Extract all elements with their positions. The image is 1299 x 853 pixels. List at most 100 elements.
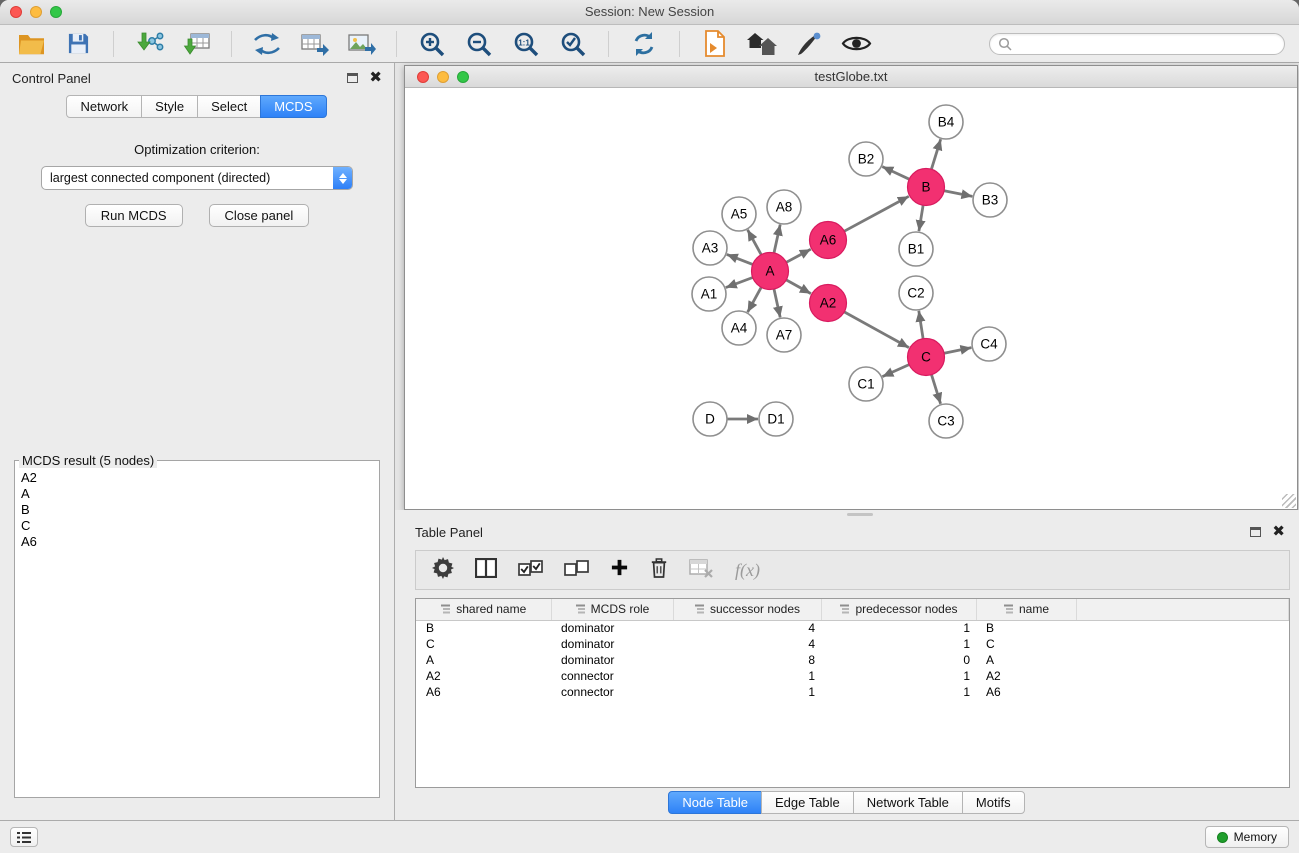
graph-node-B4[interactable]: B4 — [929, 105, 963, 139]
cell-name[interactable]: B — [976, 620, 1076, 636]
tab-motifs[interactable]: Motifs — [962, 791, 1025, 814]
run-mcds-button[interactable]: Run MCDS — [85, 204, 183, 227]
delete-table-icon[interactable] — [689, 558, 714, 583]
graph-node-A1[interactable]: A1 — [692, 277, 726, 311]
column-header-MCDS-role[interactable]: MCDS role — [551, 599, 673, 620]
float-panel-icon[interactable] — [347, 73, 358, 83]
graph-edge-B-B3[interactable] — [944, 191, 972, 197]
save-session-icon[interactable] — [61, 29, 95, 59]
graph-edge-B-B4[interactable] — [931, 139, 940, 169]
cell-name[interactable]: C — [976, 636, 1076, 652]
graph-node-A6[interactable]: A6 — [810, 222, 847, 259]
add-column-icon[interactable] — [610, 558, 629, 582]
import-network-from-file-icon[interactable] — [132, 29, 166, 59]
tab-network[interactable]: Network — [66, 95, 142, 118]
graph-edge-A-A6[interactable] — [786, 249, 811, 262]
zoom-out-icon[interactable] — [462, 29, 496, 59]
graph-node-A[interactable]: A — [752, 253, 789, 290]
graph-node-C4[interactable]: C4 — [972, 327, 1006, 361]
cell-name[interactable]: A6 — [976, 684, 1076, 700]
export-network-icon[interactable] — [250, 29, 284, 59]
apply-style-icon[interactable] — [792, 29, 826, 59]
cell-shared-name[interactable]: A2 — [416, 668, 551, 684]
cell-predecessor-nodes[interactable]: 1 — [821, 668, 976, 684]
graph-edge-A-A1[interactable] — [726, 278, 753, 288]
cell-shared-name[interactable]: A6 — [416, 684, 551, 700]
show-graphics-details-icon[interactable] — [839, 29, 873, 59]
table-row[interactable]: Cdominator41C — [416, 636, 1289, 652]
close-panel-icon[interactable]: ✖ — [369, 73, 382, 83]
close-table-panel-icon[interactable]: ✖ — [1272, 527, 1285, 537]
table-row[interactable]: Bdominator41B — [416, 620, 1289, 636]
graph-node-C2[interactable]: C2 — [899, 276, 933, 310]
window-resize-grip[interactable] — [1282, 494, 1296, 508]
close-panel-button[interactable]: Close panel — [209, 204, 310, 227]
graph-node-B3[interactable]: B3 — [973, 183, 1007, 217]
column-header-successor-nodes[interactable]: successor nodes — [673, 599, 821, 620]
welcome-screen-icon[interactable] — [745, 29, 779, 59]
graph-edge-A-A3[interactable] — [727, 254, 753, 264]
network-close-button[interactable] — [417, 71, 429, 83]
zoom-in-icon[interactable] — [415, 29, 449, 59]
search-input[interactable] — [1017, 37, 1276, 51]
graph-node-B1[interactable]: B1 — [899, 232, 933, 266]
tab-edge-table[interactable]: Edge Table — [761, 791, 854, 814]
select-all-icon[interactable] — [518, 558, 543, 583]
table-row[interactable]: A6connector11A6 — [416, 684, 1289, 700]
panel-divider[interactable] — [395, 510, 1299, 518]
export-table-icon[interactable] — [297, 29, 331, 59]
deselect-all-icon[interactable] — [564, 558, 589, 583]
cell-predecessor-nodes[interactable]: 1 — [821, 620, 976, 636]
graph-node-B2[interactable]: B2 — [849, 142, 883, 176]
show-columns-icon[interactable] — [475, 558, 497, 583]
column-header-predecessor-nodes[interactable]: predecessor nodes — [821, 599, 976, 620]
fullscreen-window-button[interactable] — [50, 6, 62, 18]
graph-edge-A-A2[interactable] — [786, 280, 811, 294]
tab-mcds[interactable]: MCDS — [260, 95, 326, 118]
cell-predecessor-nodes[interactable]: 0 — [821, 652, 976, 668]
graph-edge-A2-C[interactable] — [844, 312, 909, 348]
memory-button[interactable]: Memory — [1205, 826, 1289, 848]
mcds-result-item[interactable]: A6 — [21, 534, 373, 550]
column-header-name[interactable]: name — [976, 599, 1076, 620]
graph-edge-A-A5[interactable] — [748, 230, 762, 255]
graph-edge-A-A8[interactable] — [774, 225, 780, 253]
delete-column-icon[interactable] — [650, 557, 668, 584]
open-file-icon[interactable] — [14, 29, 48, 59]
graph-edge-C-C3[interactable] — [932, 375, 941, 404]
graph-node-C3[interactable]: C3 — [929, 404, 963, 438]
cell-MCDS-role[interactable]: dominator — [551, 636, 673, 652]
network-minimize-button[interactable] — [437, 71, 449, 83]
graph-edge-C-C2[interactable] — [919, 311, 923, 339]
mcds-result-item[interactable]: A — [21, 486, 373, 502]
graph-edge-C-C4[interactable] — [944, 348, 971, 354]
mcds-result-item[interactable]: C — [21, 518, 373, 534]
graph-edge-A-A4[interactable] — [748, 287, 762, 312]
refresh-view-icon[interactable] — [627, 29, 661, 59]
cell-MCDS-role[interactable]: dominator — [551, 652, 673, 668]
optimization-criterion-select[interactable]: largest connected component (directed) — [41, 166, 353, 190]
cell-name[interactable]: A — [976, 652, 1076, 668]
export-image-icon[interactable] — [344, 29, 378, 59]
zoom-selected-icon[interactable] — [556, 29, 590, 59]
tab-node-table[interactable]: Node Table — [668, 791, 762, 814]
function-builder-icon[interactable]: f(x) — [735, 560, 760, 581]
cell-successor-nodes[interactable]: 1 — [673, 668, 821, 684]
cell-predecessor-nodes[interactable]: 1 — [821, 684, 976, 700]
import-table-from-file-icon[interactable] — [179, 29, 213, 59]
tab-select[interactable]: Select — [197, 95, 261, 118]
tab-style[interactable]: Style — [141, 95, 198, 118]
graph-edge-B-B2[interactable] — [882, 167, 909, 180]
graph-node-A8[interactable]: A8 — [767, 190, 801, 224]
cell-successor-nodes[interactable]: 4 — [673, 620, 821, 636]
open-network-file-icon[interactable] — [698, 29, 732, 59]
table-settings-gear-icon[interactable] — [432, 557, 454, 584]
cell-MCDS-role[interactable]: connector — [551, 684, 673, 700]
mcds-result-item[interactable]: B — [21, 502, 373, 518]
cell-predecessor-nodes[interactable]: 1 — [821, 636, 976, 652]
cell-shared-name[interactable]: B — [416, 620, 551, 636]
graph-node-C[interactable]: C — [908, 339, 945, 376]
graph-node-A5[interactable]: A5 — [722, 197, 756, 231]
network-zoom-button[interactable] — [457, 71, 469, 83]
graph-edge-A6-B[interactable] — [844, 196, 909, 231]
